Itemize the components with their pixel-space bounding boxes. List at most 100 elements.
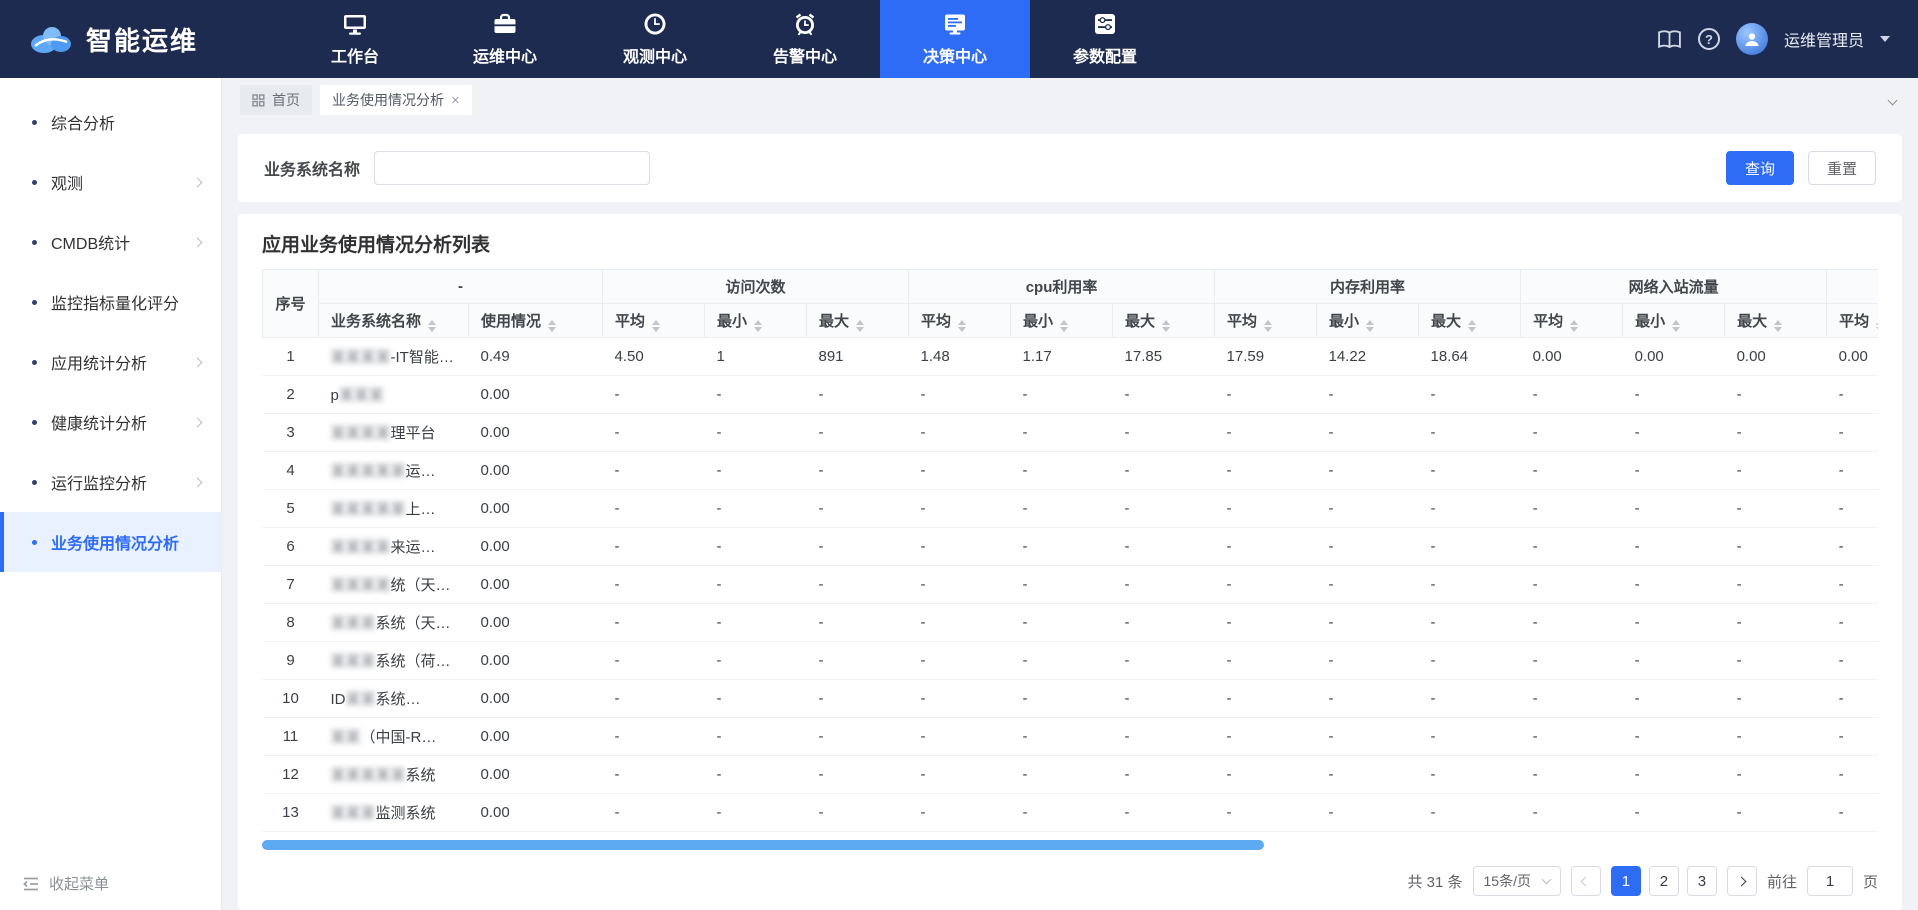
tab-home[interactable]: 首页 <box>240 85 312 115</box>
page-size-select[interactable]: 15条/页 <box>1473 866 1561 896</box>
table-row: 2p某某某0.00------------- <box>263 376 1879 414</box>
nav-item-decision-center[interactable]: 决策中心 <box>880 0 1030 78</box>
system-name-text: 运… <box>406 463 436 480</box>
cell-value: - <box>1521 528 1623 566</box>
person-icon <box>1743 30 1761 48</box>
page-button-2[interactable]: 2 <box>1649 866 1679 896</box>
cell-value: - <box>1317 642 1419 680</box>
sidebar-item-cmdb-statistics[interactable]: CMDB统计 <box>0 212 221 272</box>
sort-icon[interactable] <box>754 320 762 332</box>
column-header[interactable]: 最小 <box>705 304 807 338</box>
chevron-down-icon <box>1542 875 1552 885</box>
goto-page-input[interactable] <box>1807 866 1853 896</box>
page-button-3[interactable]: 3 <box>1687 866 1717 896</box>
sort-icon[interactable] <box>1060 320 1068 332</box>
sidebar-item-observation[interactable]: 观测 <box>0 152 221 212</box>
column-header[interactable]: 最大 <box>1113 304 1215 338</box>
sort-icon[interactable] <box>1876 320 1878 332</box>
nav-item-observe-center[interactable]: 观测中心 <box>580 0 730 78</box>
nav-item-alert-center[interactable]: 告警中心 <box>730 0 880 78</box>
sidebar-item-business-usage-analysis[interactable]: 业务使用情况分析 <box>0 512 221 572</box>
column-header[interactable]: 平均 <box>909 304 1011 338</box>
system-name-text: 监测系统 <box>376 805 436 822</box>
sort-icon[interactable] <box>856 320 864 332</box>
collapse-menu-label: 收起菜单 <box>49 873 109 894</box>
sort-icon[interactable] <box>1570 320 1578 332</box>
cell-value: - <box>1521 604 1623 642</box>
column-header[interactable]: 最大 <box>807 304 909 338</box>
column-header[interactable]: 平均 <box>1215 304 1317 338</box>
sort-icon[interactable] <box>1672 320 1680 332</box>
sort-icon[interactable] <box>1468 320 1476 332</box>
nav-item-ops-center[interactable]: 运维中心 <box>430 0 580 78</box>
collapse-menu-button[interactable]: 收起菜单 <box>22 873 109 894</box>
cell-system-name: 某某某某某上… <box>319 490 469 528</box>
query-button[interactable]: 查询 <box>1726 151 1794 185</box>
column-header[interactable]: 平均 <box>1827 304 1878 338</box>
tab-business-usage-analysis[interactable]: 业务使用情况分析 × <box>320 85 472 115</box>
nav-item-workbench[interactable]: 工作台 <box>280 0 430 78</box>
cell-value: - <box>1827 794 1878 832</box>
page-button-1[interactable]: 1 <box>1611 866 1641 896</box>
cell-value: 0.00 <box>469 604 603 642</box>
column-header-label: 最小 <box>717 313 747 330</box>
sidebar-item-health-statistics[interactable]: 健康统计分析 <box>0 392 221 452</box>
help-icon[interactable]: ? <box>1698 28 1720 50</box>
reset-button[interactable]: 重置 <box>1808 151 1876 185</box>
sort-icon[interactable] <box>428 320 436 332</box>
column-group-header: cpu利用率 <box>909 270 1215 304</box>
user-name[interactable]: 运维管理员 <box>1784 27 1864 51</box>
column-header[interactable]: 最大 <box>1725 304 1827 338</box>
next-page-button[interactable] <box>1727 866 1757 896</box>
sort-icon[interactable] <box>1366 320 1374 332</box>
sort-icon[interactable] <box>1264 320 1272 332</box>
cell-value: - <box>909 490 1011 528</box>
sort-icon[interactable] <box>1774 320 1782 332</box>
nav-label: 工作台 <box>331 43 379 67</box>
cell-value: - <box>807 376 909 414</box>
cell-value: - <box>1521 756 1623 794</box>
prev-page-button[interactable] <box>1571 866 1601 896</box>
sidebar-item-metric-quant-score[interactable]: 监控指标量化评分 <box>0 272 221 332</box>
sidebar-item-app-statistics[interactable]: 应用统计分析 <box>0 332 221 392</box>
cell-system-name: 某某某某来运… <box>319 528 469 566</box>
cell-index: 3 <box>263 414 319 452</box>
cell-value: - <box>1215 566 1317 604</box>
column-header[interactable]: 平均 <box>1521 304 1623 338</box>
column-header[interactable]: 最大 <box>1419 304 1521 338</box>
user-avatar[interactable] <box>1736 23 1768 55</box>
docs-book-icon[interactable] <box>1657 29 1682 50</box>
cell-value: 0.00 <box>469 642 603 680</box>
cell-system-name: 某某某某理平台 <box>319 414 469 452</box>
cell-value: 0.00 <box>469 490 603 528</box>
nav-item-param-config[interactable]: 参数配置 <box>1030 0 1180 78</box>
usage-analysis-table: 序号-访问次数cpu利用率内存利用率网络入站流量业务系统名称使用情况平均最小最大… <box>262 269 1878 832</box>
sort-icon[interactable] <box>1162 320 1170 332</box>
close-icon[interactable]: × <box>451 93 460 108</box>
sort-icon[interactable] <box>548 320 556 332</box>
system-name-text: 系统… <box>376 691 421 708</box>
column-header[interactable]: 平均 <box>603 304 705 338</box>
scrollbar-thumb[interactable] <box>262 840 1264 850</box>
cell-value: - <box>1011 718 1113 756</box>
cell-value: - <box>1011 528 1113 566</box>
horizontal-scrollbar[interactable] <box>262 840 1878 850</box>
cell-value: - <box>909 642 1011 680</box>
sort-asc-caret <box>856 320 864 325</box>
system-name-input[interactable] <box>374 151 650 185</box>
sidebar-item-comprehensive-analysis[interactable]: 综合分析 <box>0 92 221 152</box>
column-header[interactable]: 最小 <box>1011 304 1113 338</box>
sort-icon[interactable] <box>958 320 966 332</box>
column-header[interactable]: 最小 <box>1623 304 1725 338</box>
column-header[interactable]: 最小 <box>1317 304 1419 338</box>
redacted-text: 某某某某某 <box>331 463 406 480</box>
sort-icon[interactable] <box>652 320 660 332</box>
sidebar-item-runtime-monitoring[interactable]: 运行监控分析 <box>0 452 221 512</box>
cell-value: - <box>1725 718 1827 756</box>
cell-value: - <box>807 604 909 642</box>
user-menu-caret-icon[interactable] <box>1880 36 1890 42</box>
tabs-dropdown-caret-icon[interactable] <box>1889 91 1896 109</box>
column-header[interactable]: 业务系统名称 <box>319 304 469 338</box>
cell-value: - <box>1827 566 1878 604</box>
column-header[interactable]: 使用情况 <box>469 304 603 338</box>
